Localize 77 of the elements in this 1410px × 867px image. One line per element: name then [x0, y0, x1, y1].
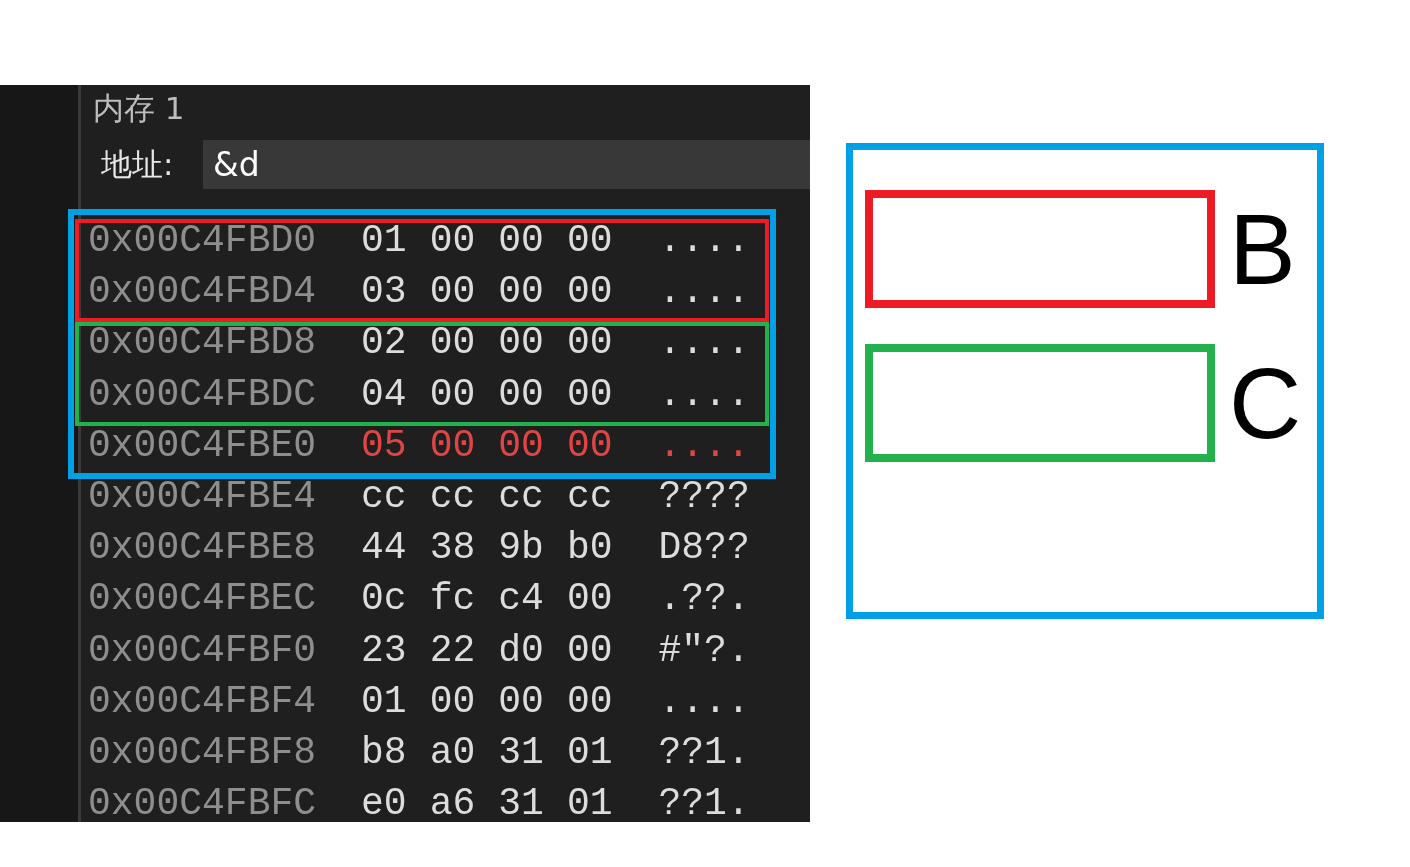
ascii-text: .... [658, 320, 750, 367]
memory-address: 0x00C4FBDC [88, 371, 317, 418]
byte-value: 00 [498, 371, 544, 418]
memory-address: 0x00C4FBE8 [88, 525, 317, 572]
byte-value: a6 [429, 781, 476, 822]
byte-value: 04 [361, 371, 407, 418]
byte-value: e0 [361, 781, 407, 822]
byte-value: cc [429, 474, 476, 520]
memory-address: 0x00C4FBEC [88, 576, 317, 623]
byte-value: 44 [361, 525, 407, 572]
ascii-text: ??1. [658, 730, 750, 777]
byte-value: 00 [498, 269, 544, 316]
byte-value: 00 [429, 678, 476, 725]
byte-value: 02 [361, 320, 407, 367]
memory-address: 0x00C4FBF0 [88, 627, 317, 674]
byte-value: b0 [566, 525, 613, 572]
memory-address: 0x00C4FBFC [88, 781, 317, 822]
ascii-text: D8?? [658, 525, 750, 572]
byte-value: 00 [566, 678, 613, 725]
memory-address: 0x00C4FBF8 [88, 730, 317, 777]
byte-value: 01 [566, 781, 613, 822]
window-title: 内存 1 [93, 89, 185, 128]
byte-value: 05 [361, 422, 407, 469]
byte-value: 01 [566, 730, 613, 777]
byte-value: 00 [498, 320, 544, 367]
byte-value: 00 [429, 218, 476, 264]
byte-value: 00 [566, 576, 613, 623]
ascii-text: .... [658, 269, 750, 316]
byte-value: 31 [498, 730, 544, 777]
ascii-text: ??1. [658, 781, 750, 822]
legend-label: B [1229, 194, 1296, 304]
ascii-text: .... [658, 218, 750, 264]
byte-value: 00 [498, 422, 544, 469]
byte-value: 00 [566, 218, 613, 264]
memory-address: 0x00C4FBD4 [88, 269, 317, 316]
byte-value: 00 [429, 269, 476, 316]
byte-value: cc [361, 474, 407, 520]
byte-value: d0 [498, 627, 544, 674]
byte-value: 9b [498, 525, 544, 572]
ascii-text: .??. [658, 576, 750, 623]
memory-address: 0x00C4FBD0 [88, 218, 317, 264]
ascii-text: ???? [658, 474, 750, 520]
byte-value: 00 [429, 422, 476, 469]
byte-value: 00 [498, 678, 544, 725]
ascii-text: .... [658, 678, 750, 725]
byte-value: 00 [566, 320, 613, 367]
ascii-text: .... [658, 371, 750, 418]
byte-value: cc [566, 474, 613, 520]
byte-value: b8 [361, 730, 407, 777]
byte-value: 0c [361, 576, 407, 623]
byte-value: 00 [566, 371, 613, 418]
byte-value: 23 [361, 627, 407, 674]
byte-value: c4 [498, 576, 544, 623]
memory-address: 0x00C4FBE0 [88, 422, 317, 469]
byte-value: 38 [429, 525, 476, 572]
byte-value: 00 [429, 371, 476, 418]
byte-value: 00 [566, 422, 613, 469]
byte-value: 03 [361, 269, 407, 316]
legend-label: C [1229, 348, 1302, 458]
memory-address: 0x00C4FBF4 [88, 678, 317, 725]
memory-address: 0x00C4FBE4 [88, 474, 317, 520]
byte-value: 00 [566, 627, 613, 674]
byte-value: 00 [498, 218, 544, 264]
byte-value: 00 [566, 269, 613, 316]
byte-value: cc [498, 474, 544, 520]
byte-value: 31 [498, 781, 544, 822]
address-label: 地址: [100, 145, 175, 184]
ascii-text: #"?. [658, 627, 750, 674]
memory-address: 0x00C4FBD8 [88, 320, 317, 367]
ascii-text: .... [658, 422, 750, 469]
byte-value: 01 [361, 218, 407, 264]
byte-value: fc [429, 576, 476, 623]
address-field[interactable]: &d [203, 139, 810, 189]
byte-value: a0 [429, 730, 476, 777]
byte-value: 00 [429, 320, 476, 367]
byte-value: 22 [429, 627, 476, 674]
byte-value: 01 [361, 678, 407, 725]
